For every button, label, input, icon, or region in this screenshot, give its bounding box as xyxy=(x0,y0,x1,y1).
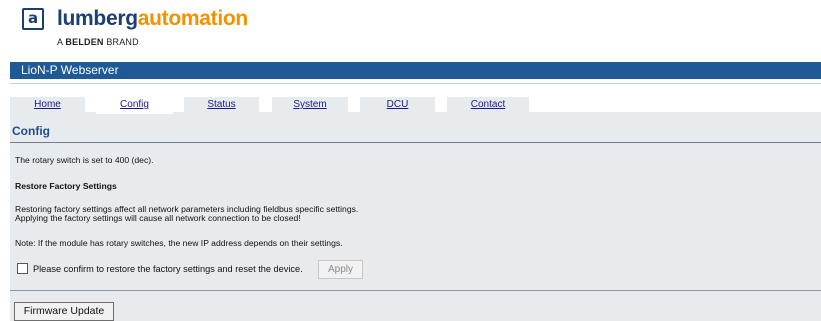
page-title: Config xyxy=(12,124,50,138)
tab-dcu[interactable]: DCU xyxy=(360,97,435,112)
firmware-update-button[interactable]: Firmware Update xyxy=(14,302,114,321)
confirm-restore-label: Please confirm to restore the factory se… xyxy=(33,264,303,274)
apply-button[interactable]: Apply xyxy=(318,260,363,279)
restore-warning-line-2: Applying the factory settings will cause… xyxy=(15,213,301,223)
brand-logo: a lumbergautomation A BELDEN BRAND xyxy=(22,7,322,52)
heading-divider xyxy=(10,142,821,143)
confirm-restore-checkbox[interactable] xyxy=(17,263,28,274)
app-title-bar: LioN-P Webserver xyxy=(10,62,821,79)
tab-home[interactable]: Home xyxy=(10,97,85,112)
tab-config[interactable]: Config xyxy=(96,97,173,114)
rotary-note: Note: If the module has rotary switches,… xyxy=(15,238,343,248)
header-divider xyxy=(10,83,821,84)
restore-heading: Restore Factory Settings xyxy=(15,181,117,191)
section-divider xyxy=(10,290,821,291)
logo-tagline: A BELDEN BRAND xyxy=(57,37,139,47)
rotary-switch-text: The rotary switch is set to 400 (dec). xyxy=(15,155,154,165)
lumberg-logo-icon: a xyxy=(22,8,44,30)
config-heading-bar: Config xyxy=(10,118,821,142)
logo-wordmark: lumbergautomation xyxy=(57,7,248,30)
app-title: LioN-P Webserver xyxy=(21,63,119,77)
tab-status[interactable]: Status xyxy=(184,97,259,112)
tab-contact[interactable]: Contact xyxy=(447,97,529,112)
tab-system[interactable]: System xyxy=(272,97,348,112)
